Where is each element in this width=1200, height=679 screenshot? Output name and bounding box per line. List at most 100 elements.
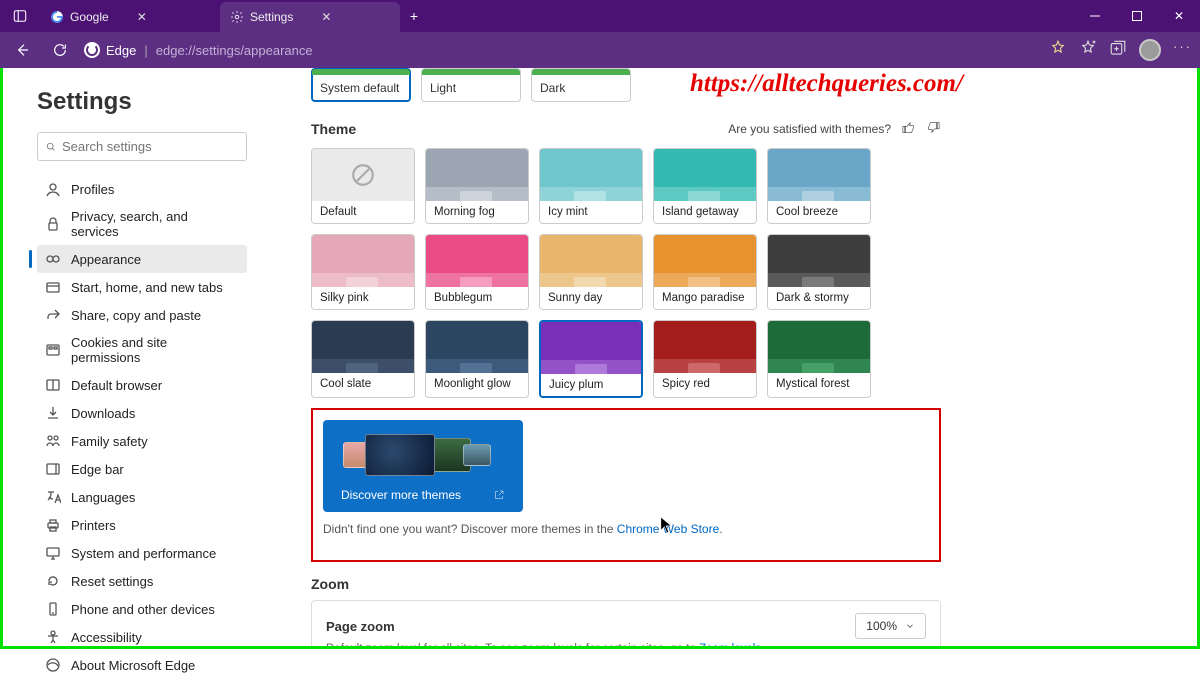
sidebar-item-label: Family safety: [71, 434, 148, 449]
sidebar-item-default-browser[interactable]: Default browser: [37, 371, 247, 399]
theme-preview: [312, 235, 414, 287]
theme-preview: [540, 149, 642, 201]
sidebar-item-cookies-and-site-permissions[interactable]: Cookies and site permissions: [37, 329, 247, 371]
search-input[interactable]: [62, 139, 238, 154]
sidebar-item-accessibility[interactable]: Accessibility: [37, 623, 247, 651]
theme-dark-stormy[interactable]: Dark & stormy: [767, 234, 871, 310]
sidebar-item-share-copy-and-paste[interactable]: Share, copy and paste: [37, 301, 247, 329]
tab-google[interactable]: Google ✕: [40, 2, 220, 32]
theme-spicy-red[interactable]: Spicy red: [653, 320, 757, 398]
appearance-icon: [45, 251, 61, 267]
zoom-heading: Zoom: [311, 576, 941, 592]
sidebar: Settings ProfilesPrivacy, search, and se…: [3, 68, 303, 646]
theme-label: Island getaway: [654, 201, 756, 223]
minimize-button[interactable]: [1074, 0, 1116, 32]
sidebar-item-system-and-performance[interactable]: System and performance: [37, 539, 247, 567]
phone-icon: [45, 601, 61, 617]
main-panel: System default Light Dark Theme Are you sa…: [311, 68, 971, 646]
sidebar-item-reset-settings[interactable]: Reset settings: [37, 567, 247, 595]
zoom-help-text: Default zoom level for all sites. To see…: [326, 643, 926, 646]
swatch-icon: [312, 69, 410, 75]
theme-sunny-day[interactable]: Sunny day: [539, 234, 643, 310]
profile-avatar[interactable]: [1139, 39, 1161, 61]
more-menu-icon[interactable]: ···: [1173, 39, 1192, 61]
tab-settings[interactable]: Settings ✕: [220, 2, 400, 32]
theme-preview: [541, 322, 641, 374]
theme-island-getaway[interactable]: Island getaway: [653, 148, 757, 224]
sidebar-item-label: Start, home, and new tabs: [71, 280, 223, 295]
theme-label: Default: [312, 201, 414, 223]
tab-actions-button[interactable]: [0, 0, 40, 32]
sidebar-item-label: Phone and other devices: [71, 602, 215, 617]
page-zoom-label: Page zoom: [326, 619, 395, 634]
sidebar-item-label: Share, copy and paste: [71, 308, 201, 323]
look-option-system-default[interactable]: System default: [311, 68, 411, 102]
theme-morning-fog[interactable]: Morning fog: [425, 148, 529, 224]
theme-cool-breeze[interactable]: Cool breeze: [767, 148, 871, 224]
sidebar-item-start-home-and-new-tabs[interactable]: Start, home, and new tabs: [37, 273, 247, 301]
discover-more-themes-button[interactable]: Discover more themes: [323, 420, 523, 512]
new-tab-button[interactable]: +: [400, 0, 428, 32]
look-option-light[interactable]: Light: [421, 68, 521, 102]
sidebar-item-family-safety[interactable]: Family safety: [37, 427, 247, 455]
watermark-text: https://alltechqueries.com/: [690, 70, 963, 98]
url-separator: |: [144, 43, 147, 58]
sidebar-nav: ProfilesPrivacy, search, and servicesApp…: [37, 175, 273, 679]
discover-thumbnails: [343, 430, 503, 480]
theme-label: Cool slate: [312, 373, 414, 395]
maximize-button[interactable]: [1116, 0, 1158, 32]
theme-juicy-plum[interactable]: Juicy plum: [539, 320, 643, 398]
close-window-button[interactable]: ✕: [1158, 0, 1200, 32]
sidebar-item-edge-bar[interactable]: Edge bar: [37, 455, 247, 483]
settings-title: Settings: [37, 88, 273, 116]
theme-label: Bubblegum: [426, 287, 528, 309]
tab-icon: [45, 279, 61, 295]
thumb-icon: [463, 444, 491, 466]
theme-mystical-forest[interactable]: Mystical forest: [767, 320, 871, 398]
theme-label: Sunny day: [540, 287, 642, 309]
sidebar-item-label: Languages: [71, 490, 135, 505]
theme-silky-pink[interactable]: Silky pink: [311, 234, 415, 310]
close-icon[interactable]: ✕: [137, 10, 147, 24]
look-option-dark[interactable]: Dark: [531, 68, 631, 102]
sidebar-item-downloads[interactable]: Downloads: [37, 399, 247, 427]
sidebar-item-label: Cookies and site permissions: [71, 335, 239, 365]
theme-bubblegum[interactable]: Bubblegum: [425, 234, 529, 310]
discover-help-suffix: .: [719, 522, 722, 536]
thumbs-down-icon[interactable]: [926, 120, 941, 138]
lock-icon: [45, 216, 61, 232]
sidebar-item-printers[interactable]: Printers: [37, 511, 247, 539]
zoom-levels-link[interactable]: Zoom levels: [699, 643, 761, 646]
sidebar-item-phone-and-other-devices[interactable]: Phone and other devices: [37, 595, 247, 623]
sidebar-item-privacy-search-and-services[interactable]: Privacy, search, and services: [37, 203, 247, 245]
theme-default[interactable]: Default: [311, 148, 415, 224]
sidebar-item-label: Default browser: [71, 378, 162, 393]
theme-cool-slate[interactable]: Cool slate: [311, 320, 415, 398]
theme-section-header: Theme Are you satisfied with themes?: [311, 120, 941, 138]
theme-moonlight-glow[interactable]: Moonlight glow: [425, 320, 529, 398]
sidebar-item-languages[interactable]: Languages: [37, 483, 247, 511]
theme-mango-paradise[interactable]: Mango paradise: [653, 234, 757, 310]
gear-icon: [230, 10, 244, 24]
refresh-button[interactable]: [46, 36, 74, 64]
look-label: System default: [320, 81, 399, 95]
cookie-icon: [45, 342, 61, 358]
favorites-icon[interactable]: [1079, 39, 1097, 61]
edge-logo-icon: [84, 42, 100, 58]
sidebar-item-appearance[interactable]: Appearance: [37, 245, 247, 273]
url-field[interactable]: Edge | edge://settings/appearance: [84, 42, 1039, 58]
discover-section: Discover more themes Didn't find one you…: [311, 408, 941, 562]
page-zoom-select[interactable]: 100%: [855, 613, 926, 639]
star-sparkle-icon[interactable]: [1049, 39, 1067, 61]
sidebar-item-profiles[interactable]: Profiles: [37, 175, 247, 203]
theme-label: Silky pink: [312, 287, 414, 309]
thumbs-up-icon[interactable]: [901, 120, 916, 138]
collections-icon[interactable]: [1109, 39, 1127, 61]
back-button[interactable]: [8, 36, 36, 64]
theme-preview: [768, 321, 870, 373]
search-settings[interactable]: [37, 132, 247, 161]
sidebar-item-about-microsoft-edge[interactable]: About Microsoft Edge: [37, 651, 247, 679]
a11y-icon: [45, 629, 61, 645]
close-icon[interactable]: ✕: [321, 10, 331, 24]
theme-icy-mint[interactable]: Icy mint: [539, 148, 643, 224]
